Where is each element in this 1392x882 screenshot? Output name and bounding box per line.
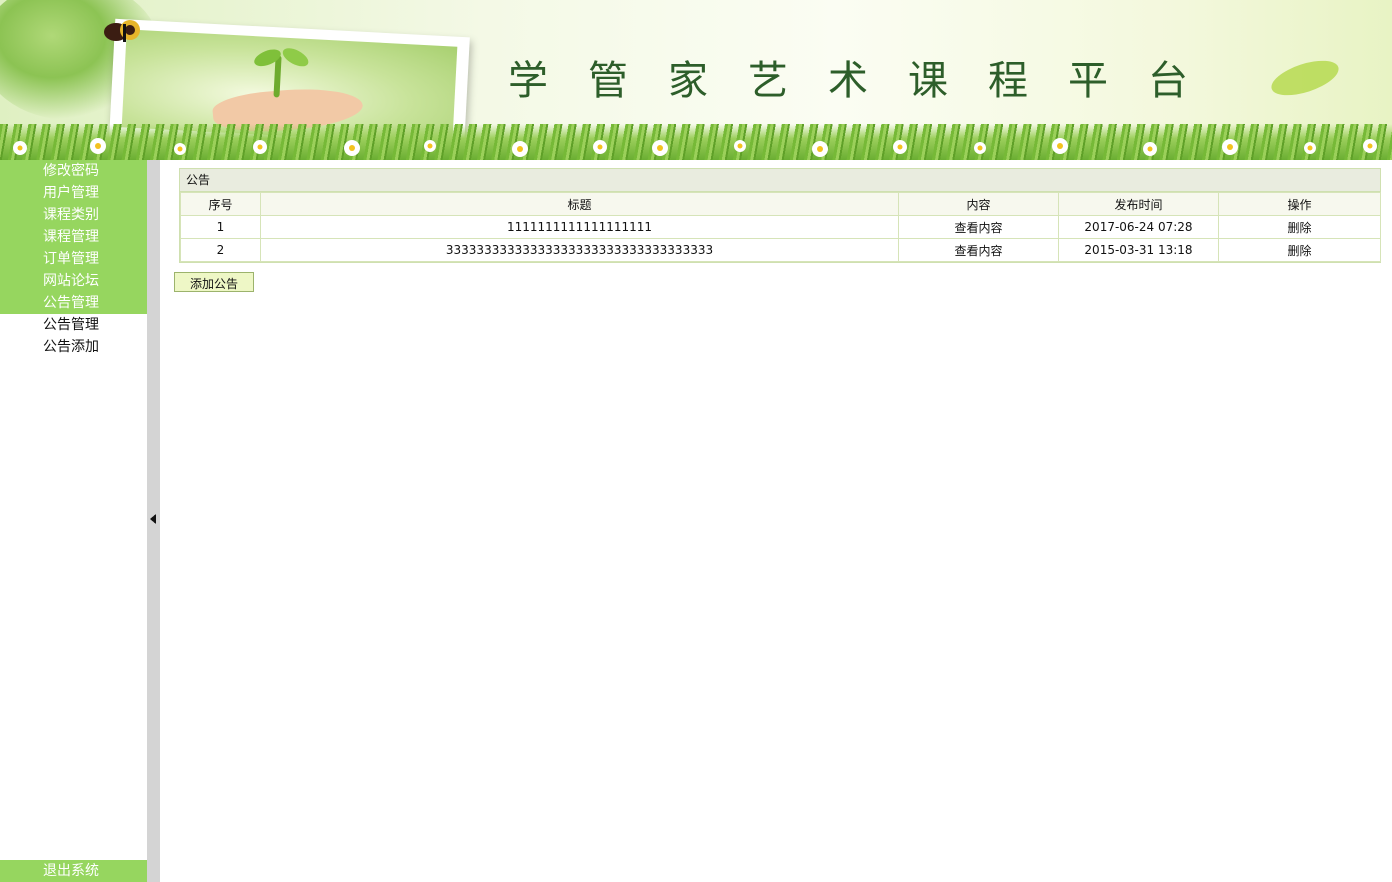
delete-link[interactable]: 删除 bbox=[1218, 238, 1381, 262]
sidebar-splitter[interactable] bbox=[147, 160, 160, 882]
row-title: 1111111111111111111 bbox=[260, 215, 899, 239]
collapse-arrow-icon[interactable] bbox=[150, 514, 156, 524]
announcement-panel: 公告 序号 标题 内容 发布时间 操作 1 111111111111111111… bbox=[179, 168, 1381, 263]
column-header: 内容 bbox=[898, 192, 1059, 216]
row-publish-time: 2017-06-24 07:28 bbox=[1058, 215, 1219, 239]
column-header: 标题 bbox=[260, 192, 899, 216]
menu-course-management[interactable]: 课程管理 bbox=[0, 226, 147, 248]
submenu-announcement-management[interactable]: 公告管理 bbox=[0, 314, 147, 336]
row-number: 2 bbox=[180, 238, 261, 262]
menu-announcement[interactable]: 公告管理 bbox=[0, 292, 147, 314]
menu-user-management[interactable]: 用户管理 bbox=[0, 182, 147, 204]
header-banner: 学管家艺术课程平台 bbox=[0, 0, 1392, 160]
menu-change-password[interactable]: 修改密码 bbox=[0, 160, 147, 182]
leaf-decoration bbox=[1267, 53, 1343, 103]
row-number: 1 bbox=[180, 215, 261, 239]
row-publish-time: 2015-03-31 13:18 bbox=[1058, 238, 1219, 262]
submenu-announcement-add[interactable]: 公告添加 bbox=[0, 336, 147, 358]
menu-order-management[interactable]: 订单管理 bbox=[0, 248, 147, 270]
site-title: 学管家艺术课程平台 bbox=[508, 58, 1228, 104]
butterfly-icon bbox=[104, 20, 140, 42]
delete-link[interactable]: 删除 bbox=[1218, 215, 1381, 239]
sidebar: 修改密码 用户管理 课程类别 课程管理 订单管理 网站论坛 公告管理 公告管理 … bbox=[0, 160, 147, 882]
panel-title: 公告 bbox=[180, 169, 1380, 192]
add-announcement-button[interactable]: 添加公告 bbox=[174, 272, 254, 292]
column-header: 发布时间 bbox=[1058, 192, 1219, 216]
row-title: 33333333333333333333333333333333333 bbox=[260, 238, 899, 262]
table-row: 2 33333333333333333333333333333333333 查看… bbox=[180, 238, 1381, 262]
column-header: 序号 bbox=[180, 192, 261, 216]
menu-forum[interactable]: 网站论坛 bbox=[0, 270, 147, 292]
view-content-link[interactable]: 查看内容 bbox=[898, 238, 1059, 262]
flowers-decoration bbox=[13, 138, 1377, 157]
view-content-link[interactable]: 查看内容 bbox=[898, 215, 1059, 239]
table-row: 1 1111111111111111111 查看内容 2017-06-24 07… bbox=[180, 215, 1381, 239]
announcement-table: 序号 标题 内容 发布时间 操作 1 1111111111111111111 查… bbox=[180, 192, 1381, 262]
menu-logout[interactable]: 退出系统 bbox=[0, 860, 147, 882]
table-header: 序号 标题 内容 发布时间 操作 bbox=[180, 192, 1381, 216]
column-header: 操作 bbox=[1218, 192, 1381, 216]
menu-course-category[interactable]: 课程类别 bbox=[0, 204, 147, 226]
